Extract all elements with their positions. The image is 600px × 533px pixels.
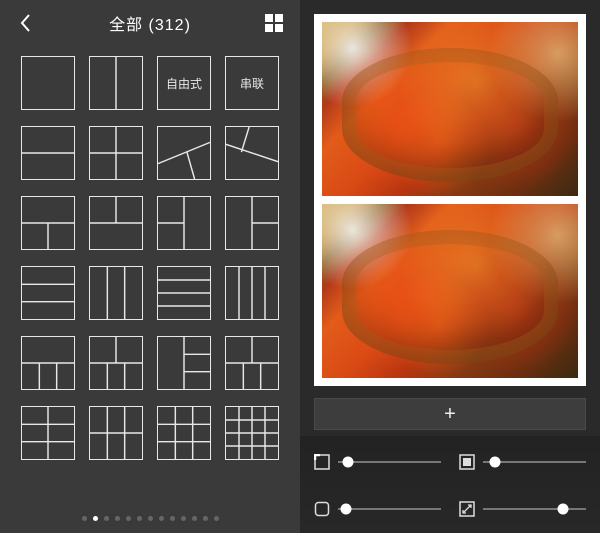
page-dot[interactable]: [214, 516, 219, 521]
grid-view-toggle[interactable]: [262, 11, 286, 35]
layout-panel: 全部 (312) 自由式 串联: [0, 0, 300, 533]
layout-1x2v[interactable]: [89, 56, 143, 110]
layout-t-left[interactable]: [157, 196, 211, 250]
layout-freestyle[interactable]: 自由式: [157, 56, 211, 110]
slider-controls: [300, 436, 600, 533]
layout-serial[interactable]: 串联: [225, 56, 279, 110]
add-photo-button[interactable]: +: [314, 398, 586, 430]
page-dot[interactable]: [181, 516, 186, 521]
outer-border-slider[interactable]: [314, 446, 441, 479]
collage-slot-1[interactable]: [322, 22, 578, 196]
page-dot[interactable]: [137, 516, 142, 521]
corner-radius-icon: [314, 501, 330, 517]
slider-thumb[interactable]: [490, 457, 501, 468]
layout-2x2[interactable]: [89, 126, 143, 180]
page-dot[interactable]: [170, 516, 175, 521]
page-dot[interactable]: [115, 516, 120, 521]
layout-1x2h[interactable]: [21, 126, 75, 180]
layout-grid: 自由式 串联: [0, 46, 300, 503]
layout-1x4v[interactable]: [225, 266, 279, 320]
slider-thumb[interactable]: [341, 503, 352, 514]
pagination-dots: [0, 503, 300, 533]
layout-2x3[interactable]: [21, 406, 75, 460]
slider-thumb[interactable]: [558, 503, 569, 514]
slider-thumb[interactable]: [343, 457, 354, 468]
collage-slot-2[interactable]: [322, 204, 578, 378]
corner-radius-slider[interactable]: [314, 493, 441, 526]
layout-diag1[interactable]: [157, 126, 211, 180]
layout-1top-2bot[interactable]: [89, 336, 143, 390]
layout-3x3[interactable]: [157, 406, 211, 460]
layout-1x1[interactable]: [21, 56, 75, 110]
layout-1x4h[interactable]: [157, 266, 211, 320]
page-dot[interactable]: [126, 516, 131, 521]
aspect-ratio-slider[interactable]: [459, 493, 586, 526]
layout-l-shape[interactable]: [157, 336, 211, 390]
page-dot[interactable]: [159, 516, 164, 521]
page-dot[interactable]: [192, 516, 197, 521]
layout-1x3v[interactable]: [89, 266, 143, 320]
preview-panel: +: [300, 0, 600, 533]
layout-4x4[interactable]: [225, 406, 279, 460]
page-dot[interactable]: [93, 516, 98, 521]
page-dot[interactable]: [104, 516, 109, 521]
layout-t-top[interactable]: [21, 196, 75, 250]
page-dot[interactable]: [148, 516, 153, 521]
page-title: 全部 (312): [109, 11, 191, 35]
layout-t-right[interactable]: [225, 196, 279, 250]
back-button[interactable]: [14, 11, 38, 35]
inner-border-slider[interactable]: [459, 446, 586, 479]
outer-border-icon: [314, 454, 330, 470]
inner-border-icon: [459, 454, 475, 470]
layout-2top-1bot[interactable]: [21, 336, 75, 390]
header: 全部 (312): [0, 0, 300, 46]
chevron-left-icon: [19, 13, 33, 33]
layout-t-bottom[interactable]: [89, 196, 143, 250]
layout-mixed[interactable]: [225, 336, 279, 390]
layout-1x3h[interactable]: [21, 266, 75, 320]
layout-3x2[interactable]: [89, 406, 143, 460]
collage-canvas[interactable]: [314, 14, 586, 386]
layout-diag2[interactable]: [225, 126, 279, 180]
page-dot[interactable]: [203, 516, 208, 521]
aspect-ratio-icon: [459, 501, 475, 517]
page-dot[interactable]: [82, 516, 87, 521]
plus-icon: +: [444, 403, 456, 426]
